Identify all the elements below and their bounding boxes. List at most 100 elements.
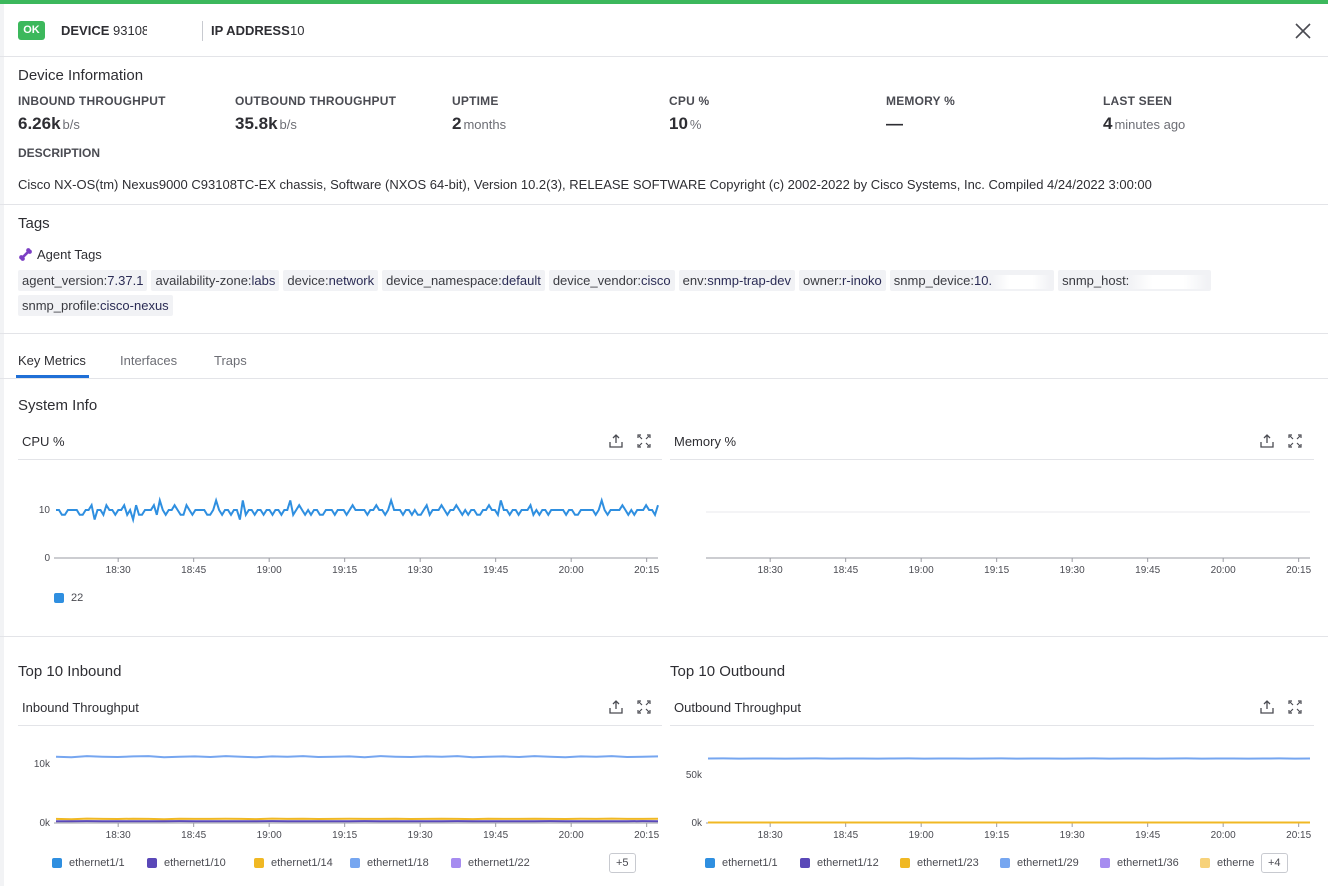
- legend-swatch: [350, 858, 360, 868]
- legend-item[interactable]: 22: [54, 592, 83, 604]
- legend-item[interactable]: ethernet1/14: [254, 857, 333, 869]
- last-seen-label: LAST SEEN: [1103, 94, 1173, 108]
- close-button[interactable]: [1291, 19, 1315, 43]
- x-tick-label: 19:15: [984, 565, 1009, 576]
- last-seen-value: 4 minutes ago: [1103, 114, 1186, 133]
- outbound-throughput-value: 35.8k b/s: [235, 114, 297, 133]
- legend-item[interactable]: ethernet1/18: [350, 857, 429, 869]
- top-inbound-title: Top 10 Inbound: [18, 663, 122, 680]
- bone-icon: [19, 248, 32, 261]
- legend-label: ethernet1/29: [1017, 857, 1079, 869]
- x-tick-label: 19:45: [483, 830, 508, 841]
- series-line: [55, 755, 659, 759]
- x-tick-label: 19:30: [1060, 830, 1085, 841]
- tag-snmp-host[interactable]: snmp_host:: [1058, 270, 1212, 291]
- y-tick-label: 50k: [686, 770, 703, 781]
- expand-button[interactable]: [1287, 433, 1303, 449]
- y-tick-label: 10: [39, 505, 51, 516]
- widget-rule: [18, 459, 662, 460]
- tag-snmp-device[interactable]: snmp_device:10.: [889, 270, 1055, 291]
- legend-item[interactable]: ethernet1/29: [1000, 857, 1079, 869]
- tag-device-vendor[interactable]: device_vendor:cisco: [548, 270, 675, 291]
- legend-label: ethernet1/1: [722, 857, 778, 869]
- expand-button[interactable]: [636, 433, 652, 449]
- memory-widget-title: Memory %: [674, 434, 737, 449]
- uptime-value: 2 months: [452, 114, 507, 133]
- legend-label: ethernet1/23: [917, 857, 979, 869]
- series-line: [56, 496, 659, 524]
- legend-item[interactable]: ethernet1/10: [147, 857, 226, 869]
- legend-label: etherne: [1217, 857, 1255, 869]
- active-tab-indicator: [16, 375, 89, 378]
- tag-device-namespace[interactable]: device_namespace:default: [382, 270, 545, 291]
- x-tick-label: 18:30: [758, 830, 783, 841]
- tags-title: Tags: [18, 215, 50, 232]
- x-tick-label: 18:30: [758, 565, 783, 576]
- device-info-title: Device Information: [18, 67, 144, 84]
- cpu-widget-title: CPU %: [22, 434, 65, 449]
- expand-button[interactable]: [1287, 699, 1303, 715]
- memory-value: —: [886, 114, 903, 133]
- x-tick-label: 20:00: [559, 565, 584, 576]
- device-label: DEVICE: [61, 23, 110, 38]
- top-outbound-title: Top 10 Outbound: [670, 663, 786, 680]
- tag-device[interactable]: device:network: [283, 270, 379, 291]
- tag-availability-zone[interactable]: availability-zone:labs: [151, 270, 280, 291]
- x-tick-label: 19:15: [332, 565, 357, 576]
- x-tick-label: 18:30: [106, 565, 131, 576]
- x-tick-label: 19:45: [1135, 565, 1160, 576]
- close-icon: [1295, 23, 1311, 39]
- legend-item[interactable]: ethernet1/1: [52, 857, 125, 869]
- export-button[interactable]: [608, 699, 624, 715]
- legend-swatch: [900, 858, 910, 868]
- status-badge: OK: [18, 21, 45, 40]
- expand-icon: [1288, 700, 1302, 714]
- legend-item[interactable]: ethernet1/12: [800, 857, 879, 869]
- x-tick-label: 20:15: [1286, 565, 1311, 576]
- tag-env[interactable]: env:snmp-trap-dev: [678, 270, 796, 291]
- system-info-title: System Info: [18, 397, 98, 414]
- legend-item[interactable]: ethernet1/23: [900, 857, 979, 869]
- outbound-chart: 18:30 18:45 19:00 19:15 19:30 19:45 20:00 20:15…: [686, 757, 1312, 841]
- x-tick-label: 19:00: [257, 830, 282, 841]
- device-value: 93108: [113, 23, 147, 38]
- expand-icon: [1288, 434, 1302, 448]
- tab-key-metrics[interactable]: Key Metrics: [18, 353, 86, 368]
- legend-item[interactable]: ethernet1/1: [705, 857, 778, 869]
- export-button[interactable]: [1259, 699, 1275, 715]
- legend-item[interactable]: etherne: [1200, 857, 1254, 869]
- x-tick-label: 18:45: [833, 830, 858, 841]
- legend-item[interactable]: ethernet1/22: [451, 857, 530, 869]
- export-icon: [1260, 434, 1274, 448]
- legend-item[interactable]: ethernet1/36: [1100, 857, 1179, 869]
- left-edge: [0, 4, 4, 886]
- expand-button[interactable]: [636, 699, 652, 715]
- legend-label: ethernet1/36: [1117, 857, 1179, 869]
- x-tick-label: 19:00: [909, 565, 934, 576]
- export-button[interactable]: [1259, 433, 1275, 449]
- agent-tags-header: Agent Tags: [18, 247, 102, 262]
- export-icon: [609, 434, 623, 448]
- divider: [0, 636, 1328, 637]
- y-tick-label: 0: [44, 553, 50, 564]
- tag-snmp-profile[interactable]: snmp_profile:cisco-nexus: [18, 295, 173, 316]
- memory-chart: 18:30 18:45 19:00 19:15 19:30 19:45 20:00 20:15: [706, 511, 1312, 576]
- cpu-chart: 18:30 18:45 19:00 19:15 19:30 19:45 20:00 20:15…: [39, 496, 660, 576]
- legend-swatch: [451, 858, 461, 868]
- more-series-button[interactable]: +4: [1261, 853, 1288, 873]
- uptime-label: UPTIME: [452, 94, 499, 108]
- tab-interfaces[interactable]: Interfaces: [120, 353, 177, 368]
- tag-agent-version[interactable]: agent_version:7.37.1: [18, 270, 148, 291]
- panel-header: OK DEVICE 93108 IP ADDRESS 10: [0, 4, 1328, 57]
- tag-owner[interactable]: owner:r-inoko: [799, 270, 886, 291]
- tab-traps[interactable]: Traps: [214, 353, 247, 368]
- x-tick-label: 18:30: [106, 830, 131, 841]
- x-tick-label: 19:30: [408, 830, 433, 841]
- export-button[interactable]: [608, 433, 624, 449]
- more-series-button[interactable]: +5: [609, 853, 636, 873]
- memory-label: MEMORY %: [886, 94, 955, 108]
- description-text: Cisco NX-OS(tm) Nexus9000 C93108TC-EX ch…: [18, 177, 1152, 192]
- y-tick-label: 10k: [34, 759, 51, 770]
- x-tick-label: 20:15: [1286, 830, 1311, 841]
- x-tick-label: 18:45: [181, 830, 206, 841]
